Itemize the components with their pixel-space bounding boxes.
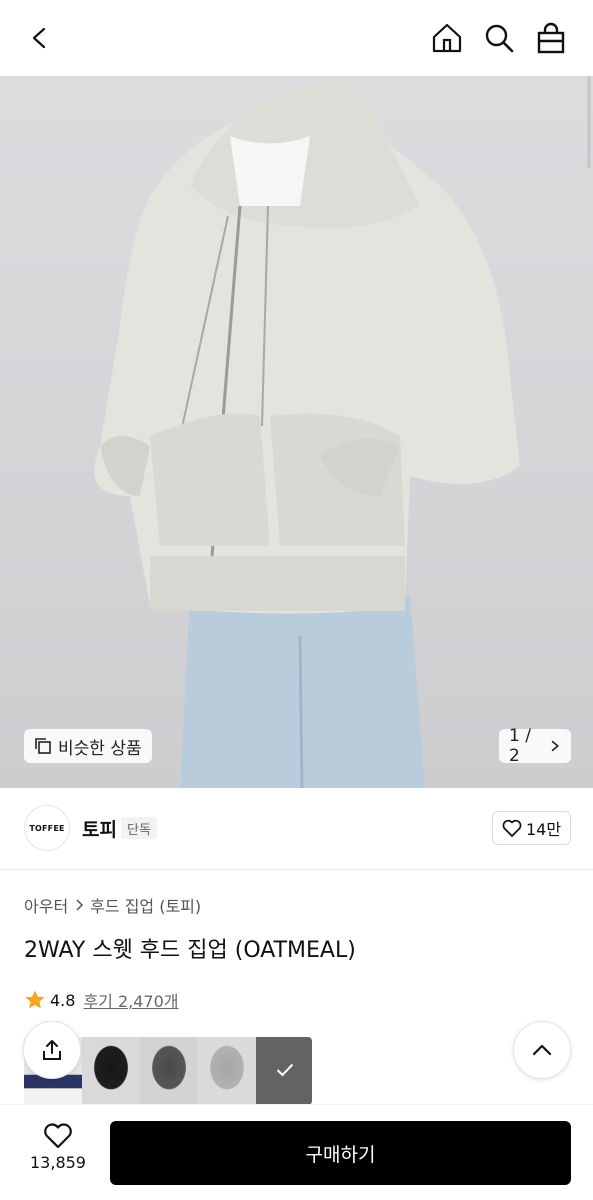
- search-button[interactable]: [479, 18, 519, 58]
- color-thumbnail[interactable]: [198, 1037, 256, 1105]
- back-button[interactable]: [20, 18, 60, 58]
- home-icon: [432, 23, 462, 53]
- brand-row: TOFFEE 토피 단독 14만: [0, 788, 593, 870]
- breadcrumb: 아우터 후드 집업 (토피): [24, 893, 201, 917]
- buy-button[interactable]: 구매하기: [110, 1121, 571, 1185]
- wishlist-button[interactable]: 13,859: [24, 1123, 92, 1172]
- color-thumbnail[interactable]: [82, 1037, 140, 1105]
- cart-button[interactable]: [531, 18, 571, 58]
- similar-products-button[interactable]: 비슷한 상품: [24, 729, 152, 763]
- wishlist-count: 13,859: [30, 1153, 86, 1172]
- search-icon: [485, 24, 514, 53]
- brand-name[interactable]: 토피: [82, 815, 117, 842]
- chevron-right-icon: [551, 740, 559, 752]
- brand-logo[interactable]: TOFFEE: [24, 805, 70, 851]
- shopping-bag-icon: [537, 22, 565, 54]
- product-title: 2WAY 스웻 후드 집업 (OATMEAL): [24, 938, 356, 963]
- bottom-action-bar: 13,859 구매하기: [0, 1104, 593, 1200]
- color-thumbnail[interactable]: [140, 1037, 198, 1105]
- color-thumbnail-selected[interactable]: [256, 1037, 312, 1105]
- top-header: [0, 0, 593, 76]
- similar-products-label: 비슷한 상품: [58, 738, 142, 759]
- image-pager[interactable]: 1 / 2: [499, 726, 571, 766]
- home-button[interactable]: [427, 18, 467, 58]
- product-photo: [94, 80, 521, 788]
- chevron-right-icon: [76, 899, 84, 911]
- brand-like-count: 14만: [525, 820, 562, 839]
- heart-icon: [502, 819, 522, 837]
- share-button[interactable]: [23, 1021, 81, 1079]
- check-icon: [276, 1063, 294, 1077]
- pager-text: 1 / 2: [509, 726, 531, 766]
- scroll-top-button[interactable]: [513, 1021, 571, 1079]
- review-count-link[interactable]: 후기 2,470개: [83, 988, 178, 1012]
- heart-icon: [44, 1123, 72, 1149]
- product-image[interactable]: [0, 76, 593, 788]
- share-icon: [43, 1040, 61, 1060]
- rating-row: 4.8 후기 2,470개: [24, 988, 179, 1012]
- brand-like-button[interactable]: 14만: [492, 811, 571, 845]
- exclusive-tag: 단독: [121, 817, 157, 839]
- copy-icon: [35, 738, 51, 754]
- brand-logo-text: TOFFEE: [29, 823, 65, 833]
- rating-score: 4.8: [50, 990, 76, 1010]
- star-icon: [25, 990, 45, 1009]
- page-scrollbar[interactable]: [587, 76, 591, 168]
- breadcrumb-item-hood[interactable]: 후드 집업 (토피): [90, 893, 201, 917]
- chevron-left-icon: [32, 27, 46, 49]
- chevron-up-icon: [532, 1044, 552, 1056]
- breadcrumb-item-outer[interactable]: 아우터: [24, 893, 68, 917]
